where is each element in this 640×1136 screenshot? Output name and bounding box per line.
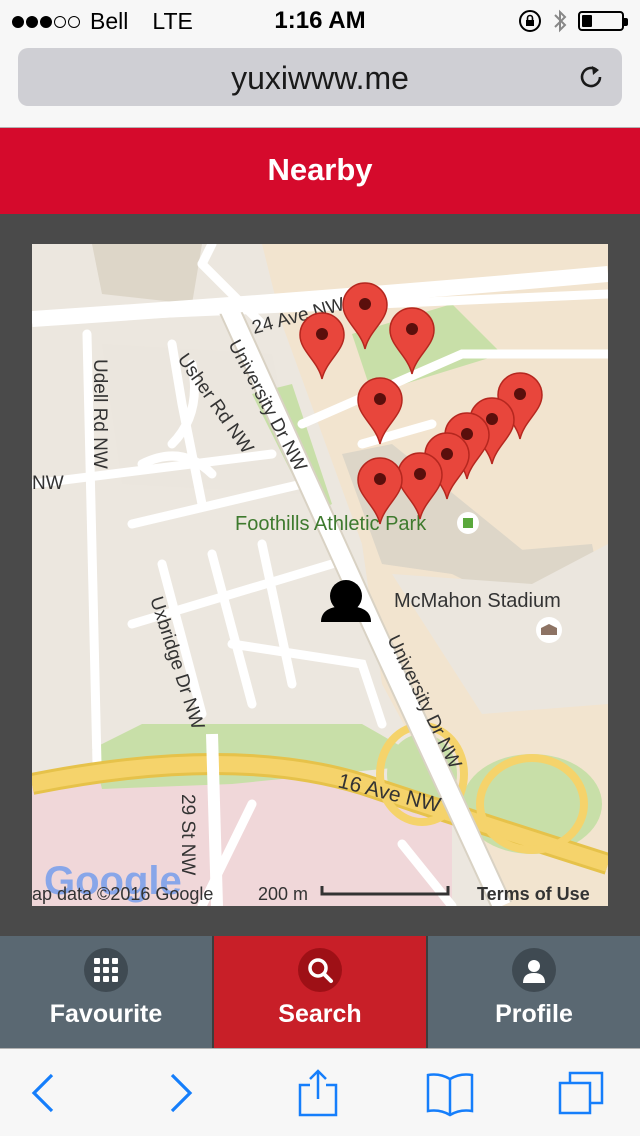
- tab-search[interactable]: Search: [214, 936, 428, 1048]
- browser-toolbar: [0, 1048, 640, 1136]
- bookmarks-icon[interactable]: [424, 1067, 476, 1119]
- url-text[interactable]: yuxiwww.me: [18, 60, 622, 97]
- label-nw: NW: [32, 473, 64, 494]
- park-label: Foothills Athletic Park: [235, 513, 427, 535]
- stadium-label: McMahon Stadium: [394, 590, 561, 612]
- label-udell-rd: Udell Rd NW: [89, 359, 110, 469]
- browser-address-area: yuxiwww.me: [0, 40, 640, 128]
- forward-arrow-icon[interactable]: [154, 1067, 206, 1119]
- tab-search-label: Search: [278, 1000, 362, 1028]
- status-right: [518, 8, 628, 34]
- map-attribution: ap data ©2016 Google: [32, 884, 213, 904]
- map-canvas[interactable]: 24 Ave NW Usher Rd NW University Dr NW U…: [32, 244, 608, 906]
- battery-icon: [578, 11, 628, 31]
- map-scale-label: 200 m: [258, 884, 308, 904]
- map-view[interactable]: 24 Ave NW Usher Rd NW University Dr NW U…: [32, 244, 608, 906]
- address-bar[interactable]: yuxiwww.me: [18, 48, 622, 106]
- tab-bar: Favourite Search Profile: [0, 936, 640, 1048]
- app-header: Nearby: [0, 128, 640, 214]
- tabs-icon[interactable]: [556, 1067, 608, 1119]
- orientation-lock-icon: [519, 10, 541, 32]
- road-29-st: [206, 733, 223, 906]
- back-arrow-icon[interactable]: [18, 1067, 70, 1119]
- terms-of-use-link[interactable]: Terms of Use: [477, 884, 590, 904]
- share-icon[interactable]: [292, 1067, 344, 1119]
- status-bar: Bell LTE 1:16 AM: [0, 0, 640, 40]
- search-icon: [298, 948, 342, 992]
- reload-icon[interactable]: [576, 62, 606, 92]
- tab-favourite-label: Favourite: [49, 1000, 163, 1028]
- map-frame: 24 Ave NW Usher Rd NW University Dr NW U…: [0, 214, 640, 936]
- bluetooth-icon: [554, 9, 567, 33]
- park-poi-icon: [463, 518, 473, 528]
- grid-icon: [84, 948, 128, 992]
- tab-favourite[interactable]: Favourite: [0, 936, 214, 1048]
- tab-profile-label: Profile: [495, 1000, 573, 1028]
- page-title: Nearby: [267, 152, 373, 187]
- person-icon: [512, 948, 556, 992]
- tab-profile[interactable]: Profile: [428, 936, 640, 1048]
